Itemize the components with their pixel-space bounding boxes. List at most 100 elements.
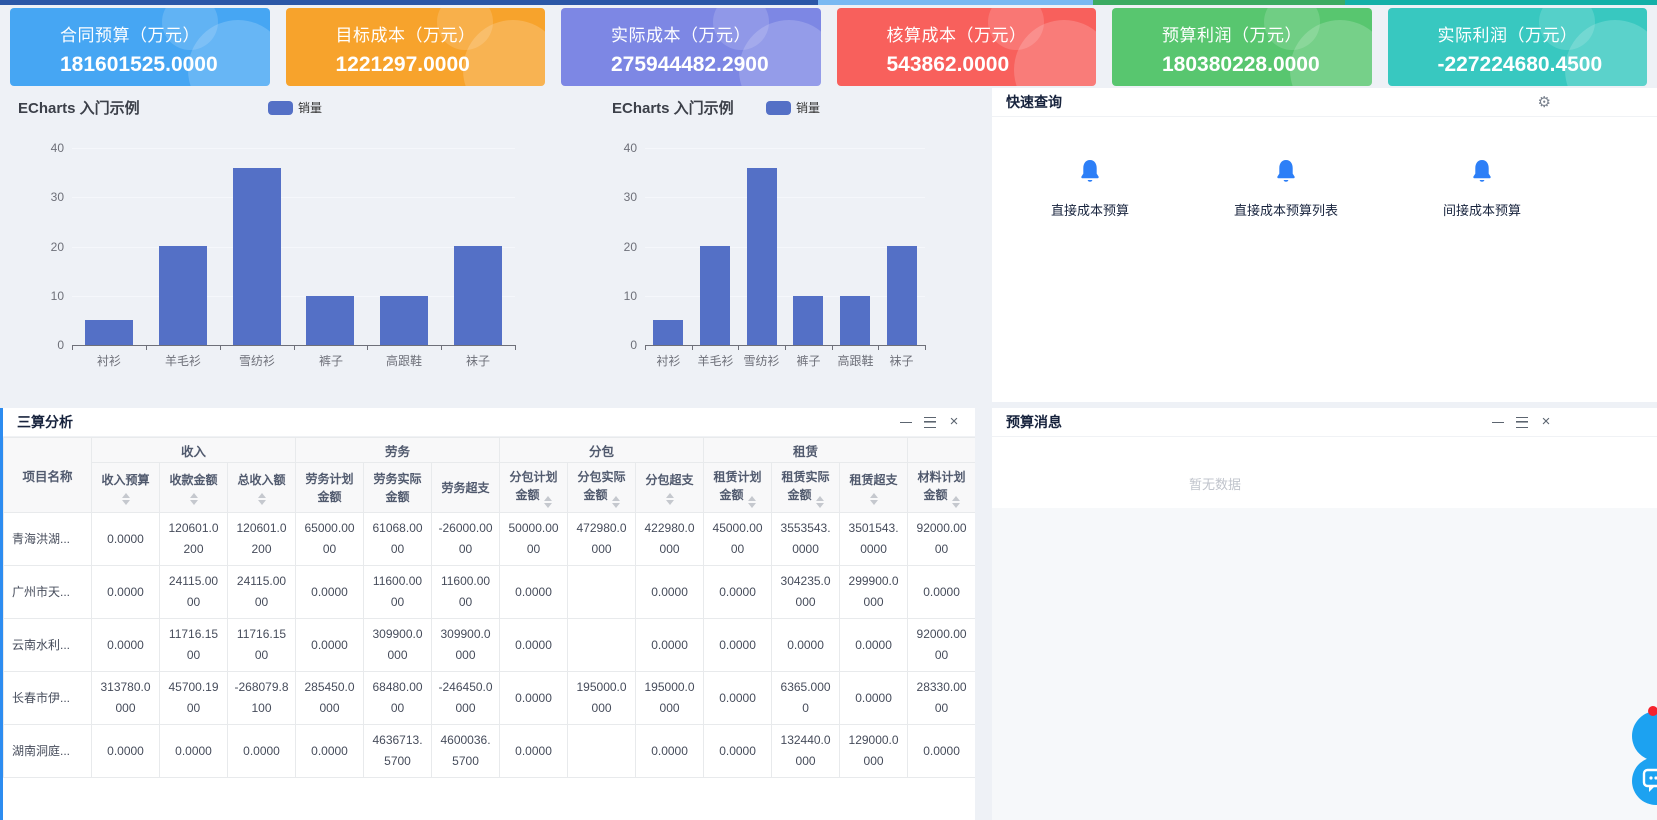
y-axis-label: 0: [32, 338, 64, 352]
cell-value: 24115.0000: [160, 566, 228, 619]
table-row: 广州市天...0.000024115.000024115.00000.00001…: [4, 566, 976, 619]
col-header-subtitle: 金额: [774, 486, 837, 508]
bar: [306, 296, 354, 345]
bar: [85, 320, 133, 345]
col-header-subtitle: 金额: [910, 486, 973, 508]
x-axis-label: 羊毛衫: [146, 352, 220, 369]
col-header-title: 收入预算: [94, 471, 157, 489]
y-axis-label: 30: [32, 190, 64, 204]
cell-value: 0.0000: [636, 566, 704, 619]
col-header-title: 分包超支: [638, 471, 701, 489]
bar: [747, 168, 777, 345]
bar: [793, 296, 823, 345]
sort-carets-icon[interactable]: [842, 493, 905, 505]
sort-carets-icon[interactable]: [952, 496, 960, 508]
table-row: 长春市伊...313780.000045700.1900-268079.8100…: [4, 672, 976, 725]
cell-project-name: 青海洪湖...: [4, 513, 92, 566]
x-axis-label: 衬衫: [645, 352, 692, 369]
cell-value: [568, 619, 636, 672]
close-button[interactable]: ×: [1539, 415, 1553, 429]
col-header-7[interactable]: 分包计划金额: [500, 463, 568, 513]
quick-item-3[interactable]: 间接成本预算: [1384, 159, 1580, 219]
message-list-area: [992, 508, 1657, 820]
empty-data-text: 暂无数据: [992, 474, 1438, 493]
legend-item[interactable]: 销量: [766, 99, 820, 116]
sort-carets-icon[interactable]: [816, 496, 824, 508]
chat-icon: [1642, 768, 1657, 794]
quick-item-1[interactable]: 直接成本预算: [992, 159, 1188, 219]
col-header-title: 租赁实际: [774, 468, 837, 486]
col-header-title: 收款金额: [162, 471, 225, 489]
minimize-icon: [1492, 422, 1504, 423]
cell-value: 45000.0000: [704, 513, 772, 566]
cell-value: -246450.0000: [432, 672, 500, 725]
cell-value: 0.0000: [704, 619, 772, 672]
gridline: [72, 148, 515, 149]
cell-value: 0.0000: [500, 725, 568, 778]
cell-value: 28330.0000: [908, 672, 975, 725]
cell-value: 0.0000: [500, 566, 568, 619]
col-header-5: 劳务实际金额: [364, 463, 432, 513]
x-axis-tick: [515, 345, 516, 350]
menu-button[interactable]: [1515, 415, 1529, 429]
y-axis-label: 20: [32, 240, 64, 254]
sort-carets-icon[interactable]: [162, 493, 225, 505]
col-header-title: 分包实际: [570, 468, 633, 486]
budget-message-panel: 预算消息 × 暂无数据: [992, 408, 1657, 820]
group-header-5: [908, 438, 975, 463]
x-axis-tick: [146, 345, 147, 350]
cell-value: 472980.0000: [568, 513, 636, 566]
panel-title: 三算分析: [17, 412, 73, 432]
col-header-4: 劳务计划金额: [296, 463, 364, 513]
menu-button[interactable]: [923, 415, 937, 429]
cell-value: 0.0000: [500, 672, 568, 725]
group-header-row: 项目名称收入劳务分包租赁: [4, 438, 976, 463]
col-header-title: 劳务超支: [434, 479, 497, 497]
sort-carets-icon[interactable]: [638, 493, 701, 505]
gridline: [645, 148, 925, 149]
bar: [840, 296, 870, 345]
cell-value: 0.0000: [296, 566, 364, 619]
col-header-9[interactable]: 分包超支: [636, 463, 704, 513]
col-header-subtitle: 金额: [366, 488, 429, 506]
quick-query-header: 快速查询 ⚙: [992, 88, 1657, 117]
y-axis-label: 10: [32, 289, 64, 303]
col-header-12[interactable]: 租赁超支: [840, 463, 908, 513]
cell-value: 11716.1500: [228, 619, 296, 672]
minimize-icon: [900, 422, 912, 423]
cell-value: 0.0000: [92, 619, 160, 672]
col-header-13[interactable]: 材料计划金额: [908, 463, 975, 513]
bar: [653, 320, 683, 345]
minimize-button[interactable]: [1491, 415, 1505, 429]
y-axis-label: 10: [605, 289, 637, 303]
col-header-10[interactable]: 租赁计划金额: [704, 463, 772, 513]
col-header-3[interactable]: 总收入额: [228, 463, 296, 513]
cell-value: 120601.0200: [160, 513, 228, 566]
legend-item[interactable]: 销量: [268, 99, 322, 116]
table-row: 青海洪湖...0.0000120601.0200120601.020065000…: [4, 513, 976, 566]
x-axis-label: 羊毛衫: [692, 352, 739, 369]
col-header-8[interactable]: 分包实际金额: [568, 463, 636, 513]
gear-icon[interactable]: ⚙: [1538, 95, 1551, 110]
col-header-2[interactable]: 收款金额: [160, 463, 228, 513]
sort-carets-icon[interactable]: [612, 496, 620, 508]
cell-value: 0.0000: [908, 725, 975, 778]
cell-value: 6365.0000: [772, 672, 840, 725]
col-header-1[interactable]: 收入预算: [92, 463, 160, 513]
x-axis-tick: [925, 345, 926, 350]
col-header-11[interactable]: 租赁实际金额: [772, 463, 840, 513]
quick-item-2[interactable]: 直接成本预算列表: [1188, 159, 1384, 219]
cell-value: 0.0000: [704, 725, 772, 778]
close-button[interactable]: ×: [947, 415, 961, 429]
sort-carets-icon[interactable]: [544, 496, 552, 508]
bar: [233, 168, 281, 345]
sort-carets-icon[interactable]: [748, 496, 756, 508]
cell-value: 0.0000: [92, 513, 160, 566]
kpi-title: 实际成本（万元）: [611, 21, 821, 46]
table-row: 湖南洞庭...0.00000.00000.00000.00004636713.5…: [4, 725, 976, 778]
sort-carets-icon[interactable]: [94, 493, 157, 505]
y-axis-label: 40: [32, 141, 64, 155]
cell-project-name: 广州市天...: [4, 566, 92, 619]
sort-carets-icon[interactable]: [230, 493, 293, 505]
minimize-button[interactable]: [899, 415, 913, 429]
